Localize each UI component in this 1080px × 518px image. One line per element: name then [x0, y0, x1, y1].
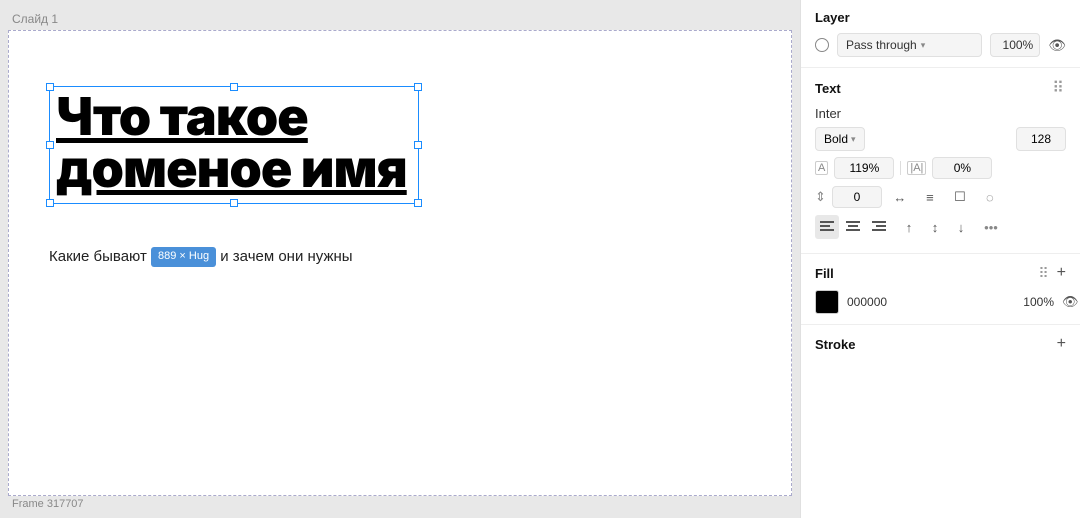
- slide-frame: Что такое доменое имя Какие бывают 889 ×…: [8, 30, 792, 496]
- stroke-section: Stroke +: [801, 325, 1080, 359]
- visibility-icon[interactable]: 👁: [1048, 37, 1066, 54]
- size-badge-inline: 889 × Hug: [151, 247, 216, 266]
- text-more-button[interactable]: •••: [979, 215, 1003, 239]
- subtext-part1: Какие бывают: [49, 248, 151, 265]
- text-align-center-button[interactable]: [841, 215, 865, 239]
- text-section-title: Text: [815, 81, 841, 96]
- slide-label: Слайд 1: [12, 12, 58, 26]
- opacity-input[interactable]: [990, 33, 1040, 57]
- font-style-row: Bold ▾: [815, 127, 1066, 151]
- font-style-chevron-icon: ▾: [851, 134, 856, 145]
- blend-mode-button[interactable]: Pass through ▾: [837, 33, 982, 57]
- horizontal-align-center-icon[interactable]: ≡: [918, 185, 942, 209]
- fill-row: 👁 −: [815, 290, 1066, 314]
- font-style-label: Bold: [824, 132, 848, 146]
- resize-handle-tr[interactable]: [414, 83, 422, 91]
- font-name-label: Inter: [815, 106, 1066, 121]
- valign-bottom-button[interactable]: ↓: [949, 215, 973, 239]
- wrap-mode-icon[interactable]: ☐: [948, 185, 972, 209]
- fill-add-button[interactable]: +: [1057, 264, 1066, 282]
- resize-handle-tm[interactable]: [230, 83, 238, 91]
- letter-spacing-input[interactable]: [932, 157, 992, 179]
- stroke-section-title: Stroke: [815, 337, 855, 352]
- paragraph-spacing-icon: ⇕: [815, 189, 826, 205]
- fill-color-swatch[interactable]: [815, 290, 839, 314]
- fill-visibility-icon[interactable]: 👁: [1062, 294, 1079, 310]
- fill-grid-icon[interactable]: ⠿: [1038, 265, 1048, 282]
- resize-handle-ml[interactable]: [46, 141, 54, 149]
- line-height-input[interactable]: [834, 157, 894, 179]
- resize-handle-br[interactable]: [414, 199, 422, 207]
- frame-label: Frame 317707: [12, 498, 84, 510]
- rotate-icon[interactable]: ◌: [978, 185, 1002, 209]
- text-metrics-row: A |A|: [815, 157, 1066, 179]
- selected-text-element[interactable]: Что такое доменое имя: [49, 86, 419, 204]
- layer-section-header: Layer: [815, 10, 1066, 25]
- subtext-part2: и зачем они нужны: [216, 248, 352, 265]
- letter-spacing-icon: |A|: [907, 161, 926, 175]
- blend-mode-label: Pass through: [846, 38, 917, 52]
- text-align-right-button[interactable]: [867, 215, 891, 239]
- valign-middle-button[interactable]: ↕: [923, 215, 947, 239]
- resize-handle-bm[interactable]: [230, 199, 238, 207]
- fill-section-title: Fill: [815, 266, 834, 281]
- chevron-down-icon: ▾: [921, 40, 926, 51]
- right-panel: Layer Pass through ▾ 👁 Text ⠿ Inter Bold…: [800, 0, 1080, 518]
- layer-section: Layer Pass through ▾ 👁: [801, 0, 1080, 68]
- font-size-input[interactable]: [1016, 127, 1066, 151]
- spacing-row: ⇕ ↔ ≡ ☐ ◌: [815, 185, 1066, 209]
- resize-handle-tl[interactable]: [46, 83, 54, 91]
- text-align-row: ↑ ↕ ↓ •••: [815, 215, 1066, 239]
- fill-section-header: Fill ⠿ +: [815, 264, 1066, 282]
- paragraph-spacing-input[interactable]: [832, 186, 882, 208]
- layer-section-title: Layer: [815, 10, 850, 25]
- resize-handle-bl[interactable]: [46, 199, 54, 207]
- align-right-icon: [872, 221, 886, 233]
- layer-circle-icon: [815, 38, 829, 52]
- valign-top-button[interactable]: ↑: [897, 215, 921, 239]
- layer-row: Pass through ▾ 👁: [815, 33, 1066, 57]
- line-height-icon: A: [815, 161, 828, 175]
- align-left-icon: [820, 221, 834, 233]
- align-center-icon: [846, 221, 860, 233]
- heading-text[interactable]: Что такое доменое имя: [50, 87, 418, 203]
- font-style-button[interactable]: Bold ▾: [815, 127, 865, 151]
- resize-handle-mr[interactable]: [414, 141, 422, 149]
- fill-opacity-input[interactable]: [1010, 295, 1054, 309]
- fill-hex-input[interactable]: [847, 295, 1002, 309]
- metrics-divider: [900, 161, 901, 175]
- text-align-left-button[interactable]: [815, 215, 839, 239]
- text-section-header: Text ⠿: [815, 78, 1066, 98]
- subtext-element: Какие бывают 889 × Hug и зачем они нужны: [49, 246, 359, 267]
- font-name-row: Inter: [815, 106, 1066, 121]
- text-section-more-icon[interactable]: ⠿: [1052, 78, 1066, 98]
- canvas-area[interactable]: Слайд 1 Что такое доменое имя Какие быва…: [0, 0, 800, 518]
- horizontal-align-left-icon[interactable]: ↔: [888, 185, 912, 209]
- text-section: Text ⠿ Inter Bold ▾ A |A| ⇕: [801, 68, 1080, 254]
- stroke-add-button[interactable]: +: [1057, 335, 1066, 353]
- fill-section: Fill ⠿ + 👁 −: [801, 254, 1080, 325]
